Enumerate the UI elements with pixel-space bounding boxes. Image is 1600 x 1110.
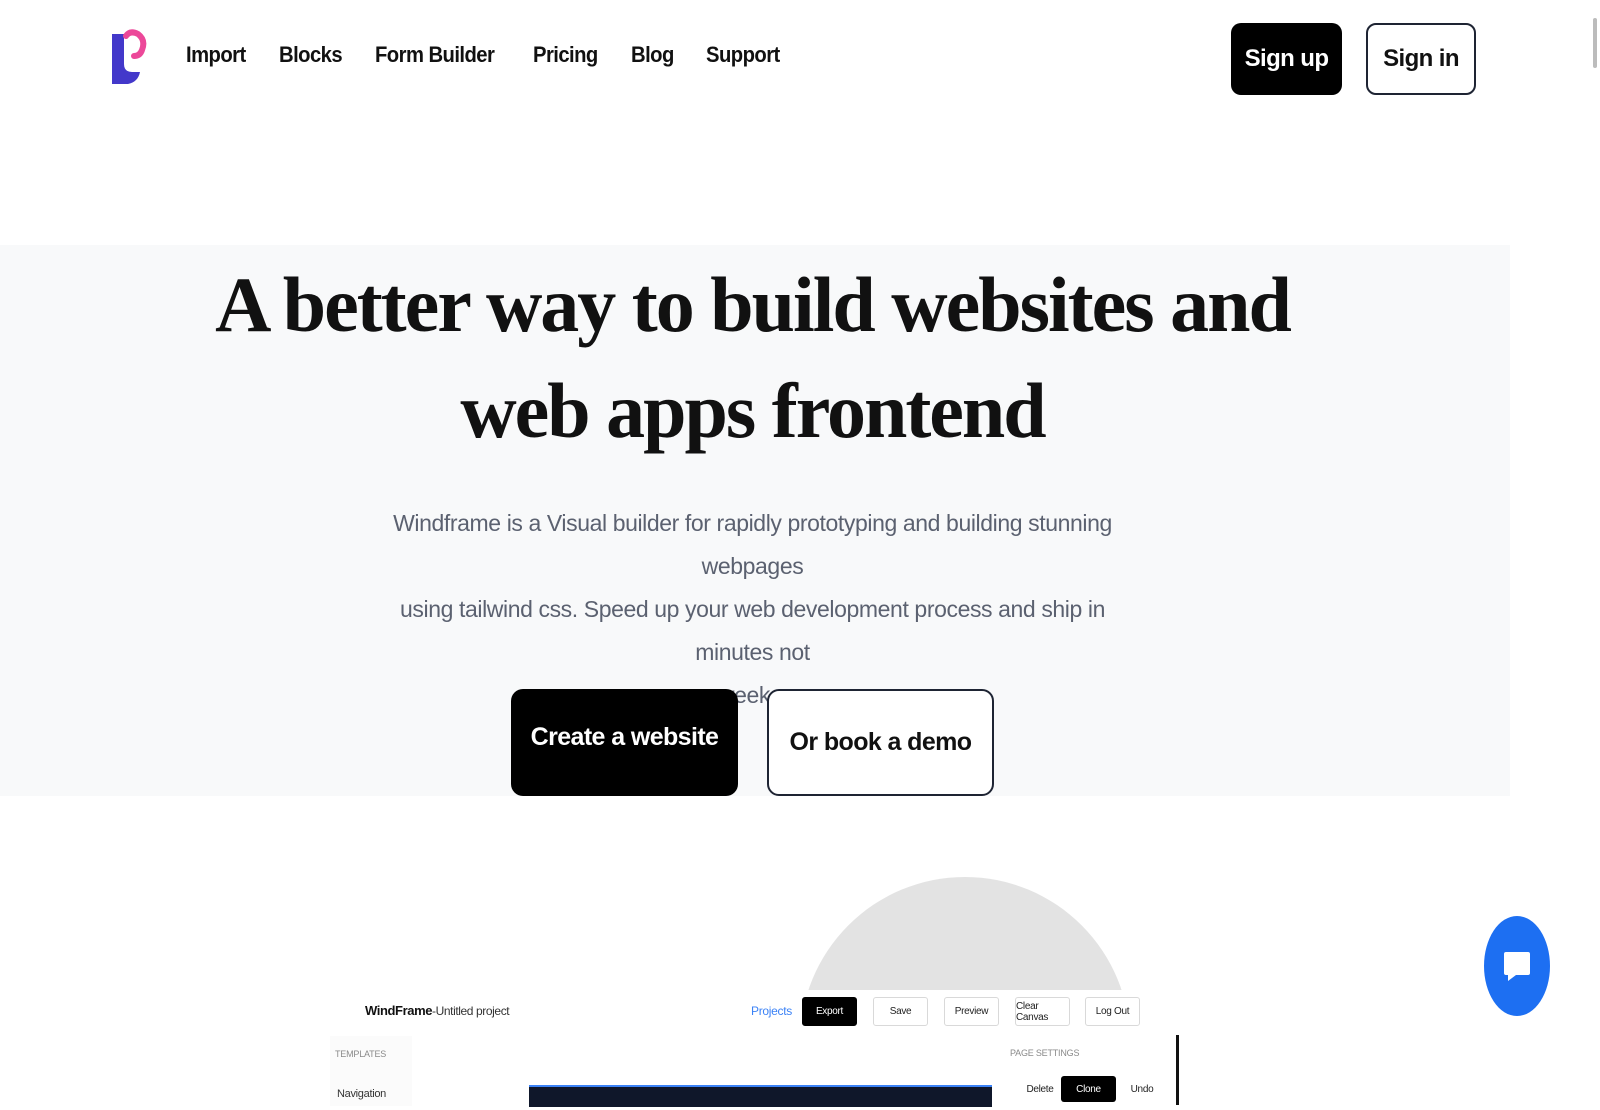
- windframe-logo[interactable]: [108, 28, 148, 86]
- chat-bubble-icon: [1504, 952, 1530, 981]
- hero-title: A better way to build websites and web a…: [0, 252, 1505, 464]
- hero-subtitle-line-2: using tailwind css. Speed up your web de…: [400, 596, 1105, 665]
- nav-support[interactable]: Support: [706, 42, 780, 68]
- nav-form-builder[interactable]: Form Builder: [375, 42, 495, 68]
- sign-in-button[interactable]: Sign in: [1366, 23, 1476, 95]
- hero-title-line-2: web apps frontend: [460, 367, 1046, 454]
- preview-navigation-item: Navigation: [337, 1088, 386, 1100]
- preview-projects-link: Projects: [751, 1004, 792, 1018]
- nav-blog[interactable]: Blog: [631, 42, 674, 68]
- preview-project-name: -Untitled project: [432, 1004, 510, 1018]
- preview-clear-canvas-button: Clear Canvas: [1015, 997, 1070, 1026]
- preview-undo-button: Undo: [1130, 1083, 1154, 1095]
- preview-page-settings-heading: PAGE SETTINGS: [1010, 1048, 1080, 1058]
- sign-up-button[interactable]: Sign up: [1231, 23, 1342, 95]
- preview-save-button: Save: [873, 997, 928, 1026]
- create-website-button[interactable]: Create a website: [511, 689, 738, 796]
- preview-clone-button: Clone: [1061, 1076, 1116, 1102]
- preview-brand: WindFrame: [365, 1003, 433, 1018]
- preview-divider: [1176, 1035, 1179, 1105]
- nav-blocks[interactable]: Blocks: [279, 42, 343, 68]
- nav-import[interactable]: Import: [186, 42, 246, 68]
- preview-canvas: [529, 1085, 992, 1107]
- main-nav: Import Blocks Form Builder Pricing Blog …: [186, 42, 786, 68]
- preview-templates-heading: TEMPLATES: [335, 1049, 387, 1059]
- preview-export-button: Export: [802, 997, 857, 1026]
- chat-widget-button[interactable]: [1484, 916, 1550, 1016]
- book-demo-button[interactable]: Or book a demo: [767, 689, 994, 796]
- preview-delete-button: Delete: [1026, 1083, 1054, 1095]
- hero-subtitle: Windframe is a Visual builder for rapidl…: [390, 502, 1115, 717]
- hero-subtitle-line-1: Windframe is a Visual builder for rapidl…: [393, 510, 1112, 579]
- nav-pricing[interactable]: Pricing: [533, 42, 598, 68]
- scrollbar-thumb[interactable]: [1593, 18, 1597, 68]
- preview-preview-button: Preview: [944, 997, 999, 1026]
- preview-logout-button: Log Out: [1085, 997, 1140, 1026]
- hero-title-line-1: A better way to build websites and: [215, 261, 1292, 348]
